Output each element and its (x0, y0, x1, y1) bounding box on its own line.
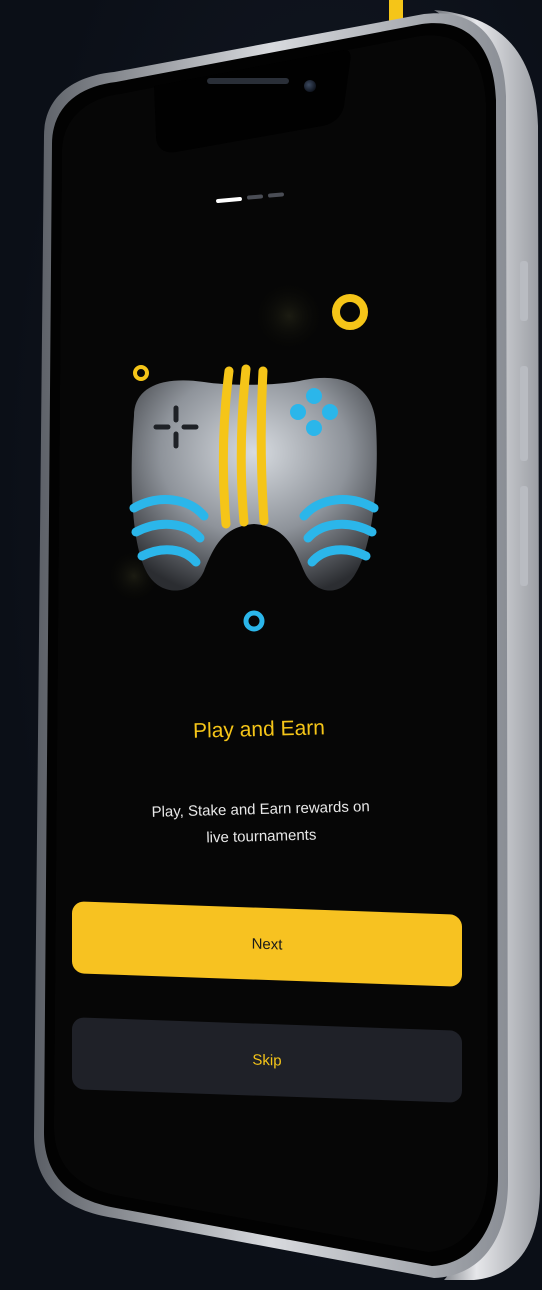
onboarding-subtitle: Play, Stake and Earn rewards on live tou… (95, 792, 426, 855)
ring-decoration (332, 294, 368, 330)
speaker-grille (207, 78, 289, 84)
next-button[interactable]: Next (72, 901, 462, 987)
mockup-stage: Play and Earn Play, Stake and Earn rewar… (0, 0, 542, 1290)
page-dot-active (215, 196, 243, 204)
page-dot (246, 194, 264, 200)
phone-mockup: Play and Earn Play, Stake and Earn rewar… (4, 6, 540, 1282)
front-camera (304, 80, 316, 92)
gamepad-icon (104, 276, 379, 632)
page-indicator (215, 186, 286, 206)
ring-decoration (243, 610, 265, 632)
ring-decoration (133, 365, 149, 381)
background-glow (249, 276, 329, 356)
gamepad-body (131, 377, 377, 591)
onboarding-title: Play and Earn (192, 716, 326, 743)
app-screen: Play and Earn Play, Stake and Earn rewar… (4, 6, 540, 1282)
skip-button[interactable]: Skip (72, 1017, 462, 1103)
page-dot (267, 192, 285, 198)
